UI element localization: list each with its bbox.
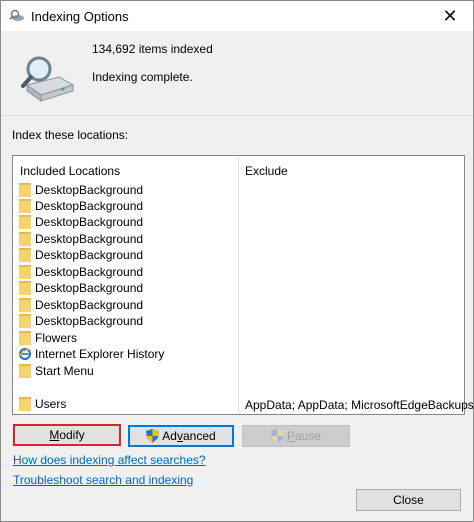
locations-list[interactable]: Included Locations Exclude DesktopBackgr… [12, 155, 474, 415]
folder-icon [19, 364, 31, 378]
folder-icon [19, 232, 31, 246]
uac-shield-icon [270, 429, 284, 443]
location-row[interactable]: DesktopBackground [19, 182, 459, 198]
location-row[interactable]: DesktopBackground [19, 231, 459, 247]
indexing-drive-magnifier-icon [21, 56, 75, 102]
pause-button[interactable]: Pause [242, 425, 350, 447]
column-header-included[interactable]: Included Locations [20, 164, 120, 178]
location-row[interactable]: DesktopBackground [19, 247, 459, 263]
close-button[interactable]: Close [356, 489, 461, 511]
location-row[interactable]: DesktopBackground [19, 214, 459, 230]
internet-explorer-icon [19, 348, 31, 360]
pause-button-label: Pause [286, 429, 322, 443]
folder-icon [19, 199, 31, 213]
modify-button-label: Modify [49, 428, 85, 442]
index-locations-label: Index these locations: [12, 128, 129, 142]
close-button-label: Close [393, 493, 424, 507]
location-row[interactable]: Start Menu [19, 363, 459, 379]
folder-icon [19, 314, 31, 328]
folder-icon [19, 281, 31, 295]
title-close-icon[interactable]: ✕ [427, 1, 473, 31]
uac-shield-icon [146, 429, 160, 443]
folder-icon [19, 397, 31, 411]
column-header-exclude[interactable]: Exclude [245, 164, 288, 178]
how-indexing-affects-searches-link[interactable]: How does indexing affect searches? [13, 453, 206, 467]
folder-icon [19, 298, 31, 312]
folder-icon [19, 183, 31, 197]
folder-icon [19, 265, 31, 279]
users-exclude-value: AppData; AppData; MicrosoftEdgeBackups [245, 398, 474, 412]
section-divider [1, 115, 473, 116]
advanced-button[interactable]: Advanced [128, 425, 234, 447]
window-title: Indexing Options [31, 9, 129, 24]
advanced-button-label: Advanced [162, 429, 216, 443]
troubleshoot-search-link[interactable]: Troubleshoot search and indexing [13, 473, 193, 487]
location-row[interactable]: DesktopBackground [19, 297, 459, 313]
folder-icon [19, 331, 31, 345]
location-row[interactable]: Internet Explorer History [19, 346, 459, 362]
indexing-options-window: Indexing Options ✕ 134,692 items indexed… [0, 0, 474, 522]
items-indexed-count: 134,692 items indexed [92, 42, 213, 56]
folder-icon [19, 248, 31, 262]
folder-icon [19, 215, 31, 229]
title-bar: Indexing Options ✕ [1, 1, 473, 31]
indexing-app-icon [9, 9, 24, 21]
location-row[interactable]: DesktopBackground [19, 264, 459, 280]
location-row[interactable]: DesktopBackground [19, 313, 459, 329]
indexing-status: Indexing complete. [92, 70, 193, 84]
location-row[interactable]: DesktopBackground [19, 198, 459, 214]
modify-button[interactable]: Modify [13, 424, 121, 446]
location-row[interactable]: DesktopBackground [19, 280, 459, 296]
location-row[interactable]: Flowers [19, 330, 459, 346]
